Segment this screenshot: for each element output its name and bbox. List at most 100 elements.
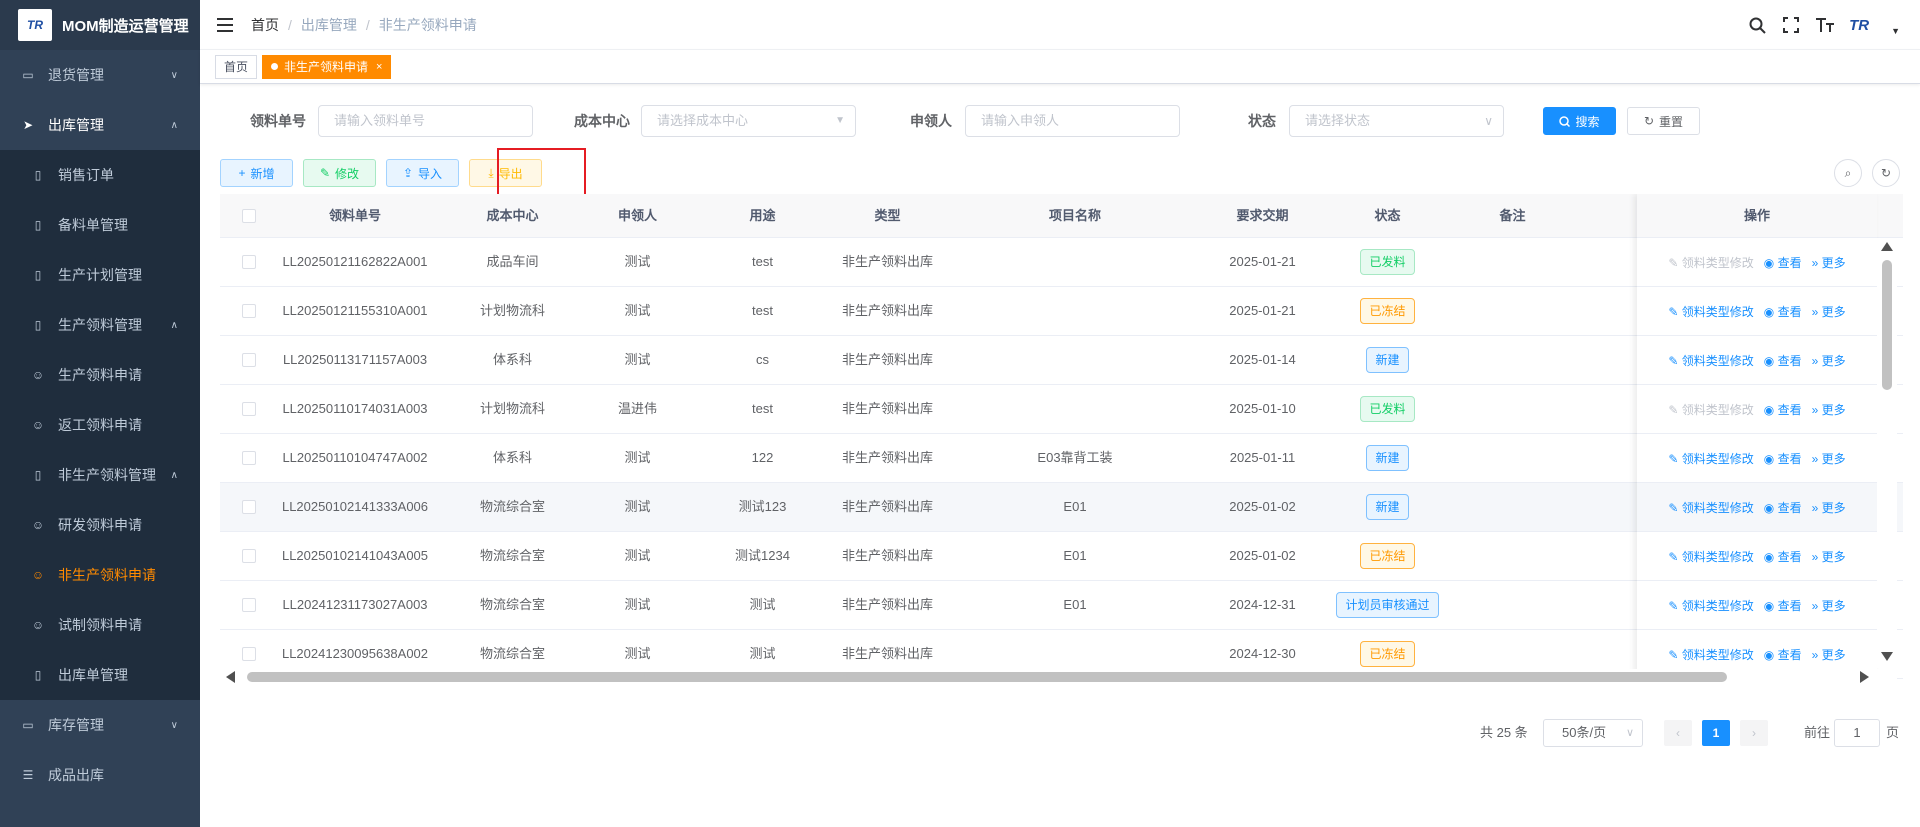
logo[interactable]: TR MOM制造运营管理 (0, 0, 200, 50)
prev-page-button[interactable]: ‹ (1664, 720, 1692, 746)
sidebar-item[interactable]: ▯ 生产计划管理 (0, 250, 200, 300)
fullscreen-icon[interactable] (1781, 15, 1801, 35)
tag-home[interactable]: 首页 (215, 54, 258, 79)
sidebar-item[interactable]: ☺ 生产领料申请 (0, 350, 200, 400)
scroll-right-icon[interactable] (1860, 671, 1869, 683)
cost-center-select[interactable]: 请选择成本中心 ▼ (641, 105, 856, 137)
row-checkbox[interactable] (242, 402, 256, 416)
more-link[interactable]: » 更多 (1812, 254, 1846, 271)
view-link[interactable]: ◉ 查看 (1764, 352, 1802, 369)
applicant-input[interactable]: 请输入申领人 (965, 105, 1180, 137)
view-link[interactable]: ◉ 查看 (1764, 254, 1802, 271)
view-link[interactable]: ◉ 查看 (1764, 646, 1802, 663)
dot-icon (271, 63, 279, 70)
sidebar-item[interactable]: ▯ 生产领料管理 ∧ (0, 300, 200, 350)
status-label: 状态 (1248, 113, 1276, 129)
sidebar-item[interactable]: ▭ 库存管理 ∨ (0, 700, 200, 750)
chevron-down-icon[interactable]: ▼ (1891, 26, 1900, 36)
table-cell-code: LL20250121162822A001 (282, 254, 428, 269)
table-cell-type: 非生产领料出库 (841, 401, 933, 416)
scroll-thumb[interactable] (1882, 260, 1892, 390)
scroll-down-icon[interactable] (1881, 652, 1893, 661)
avatar[interactable]: TR (1849, 13, 1887, 37)
breadcrumb-item[interactable]: 首页 (251, 15, 279, 35)
sidebar-item[interactable]: ☺ 非生产领料申请 (0, 550, 200, 600)
toggle-search-button[interactable]: ⌕ (1834, 159, 1862, 187)
select-all-checkbox[interactable] (242, 209, 256, 223)
scroll-left-icon[interactable] (226, 671, 235, 683)
edit-type-link[interactable]: ✎ 领料类型修改 (1668, 646, 1753, 663)
sidebar-item[interactable]: ▯ 销售订单 (0, 150, 200, 200)
row-checkbox[interactable] (242, 500, 256, 514)
more-link[interactable]: » 更多 (1812, 401, 1846, 418)
more-link[interactable]: » 更多 (1812, 499, 1846, 516)
table-cell-type: 非生产领料出库 (841, 352, 933, 367)
hamburger-icon[interactable] (217, 17, 233, 32)
edit-type-link: ✎ 领料类型修改 (1668, 255, 1754, 270)
edit-type-link[interactable]: ✎ 领料类型修改 (1668, 352, 1753, 369)
search-button[interactable]: 搜索 (1543, 107, 1616, 135)
page-size-select[interactable]: 50条/页 ∨ (1543, 719, 1643, 747)
view-link[interactable]: ◉ 查看 (1764, 597, 1802, 614)
sidebar-item[interactable]: ☺ 返工领料申请 (0, 400, 200, 450)
edit-type-link[interactable]: ✎ 领料类型修改 (1668, 499, 1753, 516)
view-icon: ◉ (1763, 500, 1778, 515)
sidebar-item[interactable]: ▭ 退货管理 ∨ (0, 50, 200, 100)
row-checkbox[interactable] (242, 549, 256, 563)
horizontal-scrollbar[interactable] (220, 669, 1897, 684)
view-link[interactable]: ◉ 查看 (1764, 303, 1802, 320)
sidebar-item-label: 试制领料申请 (58, 617, 142, 633)
sidebar-item[interactable]: ▯ 非生产领料管理 ∧ (0, 450, 200, 500)
tag-current[interactable]: 非生产领料申请 × (262, 54, 392, 79)
more-link[interactable]: » 更多 (1812, 597, 1846, 614)
row-checkbox[interactable] (242, 304, 256, 318)
row-checkbox[interactable] (242, 598, 256, 612)
sidebar-item[interactable]: ☰ 成品出库 (0, 750, 200, 800)
reset-button[interactable]: ↻ 重置 (1627, 107, 1700, 135)
book-icon: ▯ (34, 668, 42, 682)
sidebar-item[interactable]: ➤ 出库管理 ∧ (0, 100, 200, 150)
more-link[interactable]: » 更多 (1812, 352, 1846, 369)
edit-type-link[interactable]: ✎ 领料类型修改 (1668, 548, 1753, 565)
add-button[interactable]: + 新增 (220, 159, 293, 187)
status-select[interactable]: 请选择状态 ∨ (1289, 105, 1504, 137)
breadcrumb-item[interactable]: 出库管理 (301, 15, 357, 35)
view-link[interactable]: ◉ 查看 (1764, 499, 1802, 516)
close-icon[interactable]: × (376, 56, 382, 78)
import-button[interactable]: ⇪ 导入 (386, 159, 459, 187)
sidebar-item[interactable]: ▯ 出库单管理 (0, 650, 200, 700)
table-cell-project: E01 (1063, 499, 1087, 514)
next-page-button[interactable]: › (1740, 720, 1768, 746)
table-cell-project: E01 (1063, 597, 1087, 612)
row-actions: ✎ 领料类型修改 ◉ 查看 » 更多 (1637, 581, 1877, 630)
edit-type-link[interactable]: ✎ 领料类型修改 (1668, 303, 1753, 320)
edit-type-link[interactable]: ✎ 领料类型修改 (1668, 450, 1753, 467)
view-link[interactable]: ◉ 查看 (1764, 548, 1802, 565)
row-checkbox[interactable] (242, 353, 256, 367)
scroll-up-icon[interactable] (1881, 242, 1893, 251)
code-input[interactable]: 请输入领料单号 (318, 105, 533, 137)
sidebar-item[interactable]: ☺ 试制领料申请 (0, 600, 200, 650)
refresh-button[interactable]: ↻ (1872, 159, 1900, 187)
sidebar-item[interactable]: ▯ 备料单管理 (0, 200, 200, 250)
sidebar-item[interactable]: ☺ 研发领料申请 (0, 500, 200, 550)
goto-input[interactable]: 1 (1834, 719, 1880, 747)
row-checkbox[interactable] (242, 647, 256, 661)
view-link[interactable]: ◉ 查看 (1764, 450, 1802, 467)
table-cell-cost: 体系科 (492, 450, 532, 465)
row-checkbox[interactable] (242, 255, 256, 269)
more-link[interactable]: » 更多 (1812, 303, 1846, 320)
more-link[interactable]: » 更多 (1812, 646, 1846, 663)
edit-type-link[interactable]: ✎ 领料类型修改 (1668, 597, 1753, 614)
more-link[interactable]: » 更多 (1812, 548, 1846, 565)
sidebar-item-label: 备料单管理 (58, 217, 128, 233)
font-size-icon[interactable] (1815, 15, 1835, 35)
scroll-thumb[interactable] (247, 672, 1727, 682)
view-link[interactable]: ◉ 查看 (1764, 401, 1802, 418)
vertical-scrollbar[interactable] (1877, 238, 1897, 668)
search-icon[interactable] (1747, 15, 1767, 35)
edit-button[interactable]: ✎ 修改 (303, 159, 376, 187)
page-number[interactable]: 1 (1702, 720, 1730, 746)
row-checkbox[interactable] (242, 451, 256, 465)
more-link[interactable]: » 更多 (1812, 450, 1846, 467)
